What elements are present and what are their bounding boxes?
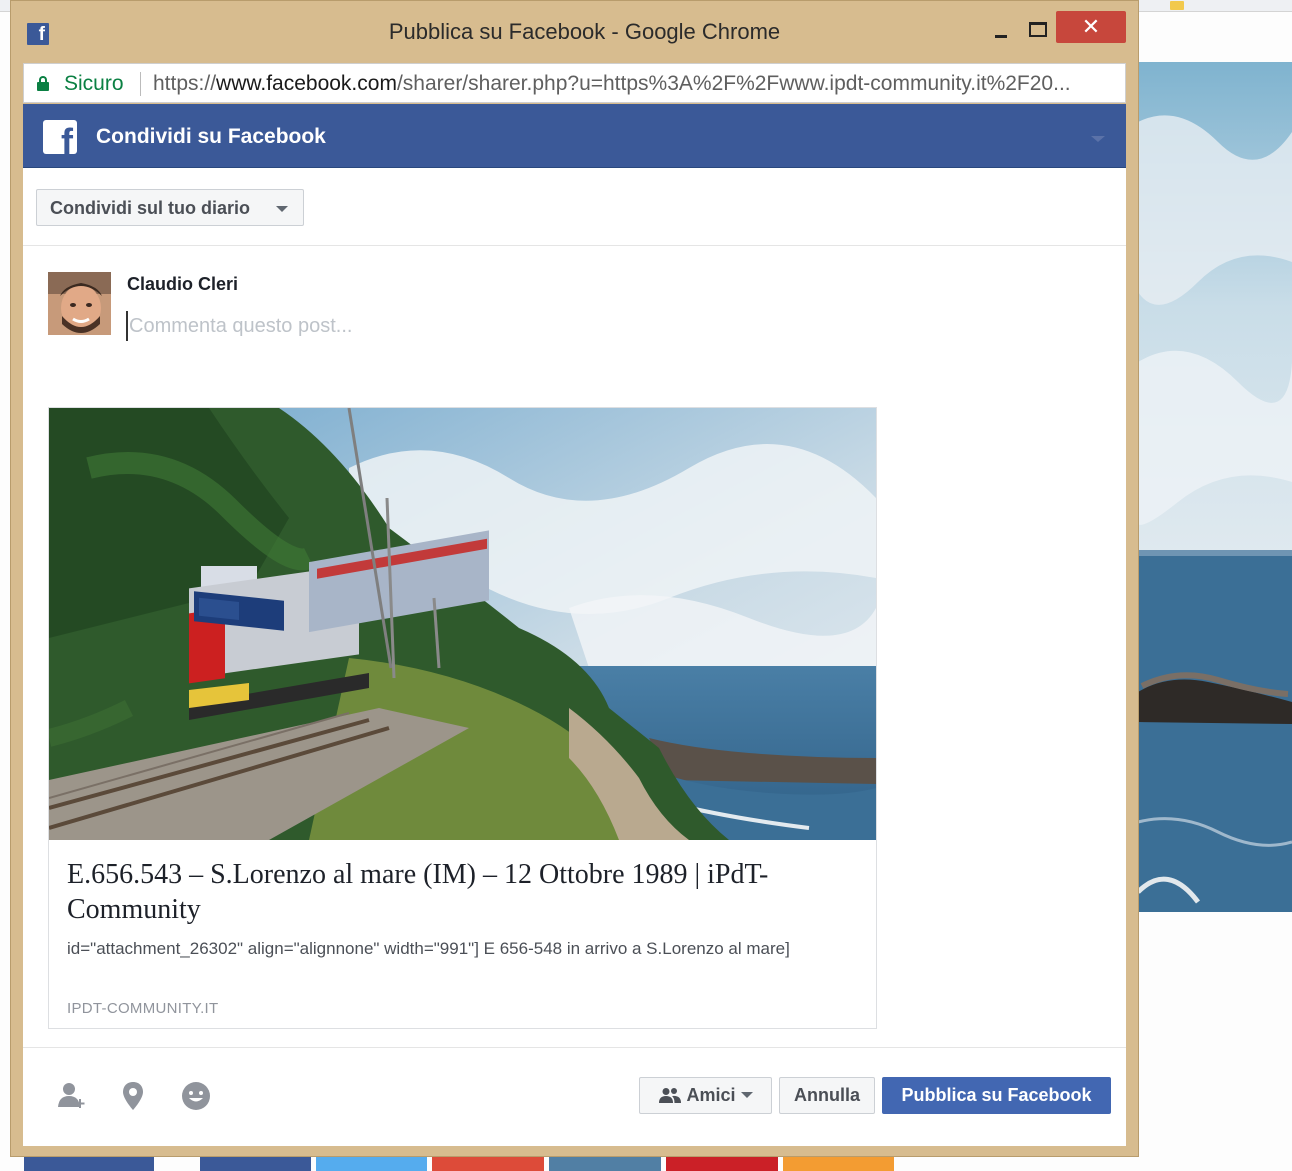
preview-image[interactable] [49, 408, 876, 840]
maximize-button[interactable] [1023, 17, 1051, 37]
lock-icon [37, 76, 49, 91]
preview-description: id="attachment_26302" align="alignnone" … [67, 939, 790, 958]
audience-dropdown-button[interactable]: Amici [639, 1077, 772, 1114]
cancel-button[interactable]: Annulla [779, 1077, 875, 1114]
share-target-dropdown[interactable]: Condividi sul tuo diario [36, 189, 304, 226]
secure-label[interactable]: Sicuro [64, 72, 124, 96]
preview-title[interactable]: E.656.543 – S.Lorenzo al mare (IM) – 12 … [67, 857, 857, 927]
feeling-icon[interactable] [179, 1079, 213, 1113]
window-title: Pubblica su Facebook - Google Chrome [388, 19, 781, 44]
location-pin-icon[interactable] [116, 1079, 150, 1113]
url-path: /sharer/sharer.php?u=https%3A%2F%2Fwww.i… [396, 72, 1071, 95]
avatar[interactable] [48, 272, 111, 335]
share-target-label: Condividi sul tuo diario [50, 198, 250, 218]
dialog-title: Condividi su Facebook [96, 125, 326, 148]
publish-button[interactable]: Pubblica su Facebook [882, 1077, 1111, 1114]
chevron-down-icon [740, 1092, 753, 1098]
window-titlebar[interactable]: f Pubblica su Facebook - Google Chrome ✕ [11, 1, 1138, 61]
background-bookmark [1168, 0, 1292, 12]
address-bar[interactable]: Sicuro https://www.facebook.com/sharer/s… [23, 63, 1126, 103]
comment-input[interactable] [126, 311, 1026, 341]
chrome-popup-window: f Pubblica su Facebook - Google Chrome ✕… [10, 0, 1139, 1157]
link-preview-card[interactable]: E.656.543 – S.Lorenzo al mare (IM) – 12 … [48, 407, 877, 1029]
divider [23, 245, 1126, 246]
audience-label: Amici [686, 1085, 736, 1105]
screen: f Pubblica su Facebook - Google Chrome ✕… [0, 0, 1292, 1171]
background-page-photo [1138, 62, 1292, 912]
header-chevron-down-icon[interactable] [1091, 136, 1105, 142]
minimize-button[interactable] [989, 23, 1015, 43]
preview-domain: IPDT-COMMUNITY.IT [67, 1000, 219, 1017]
facebook-logo-icon: f [43, 120, 77, 154]
friends-icon [659, 1088, 682, 1103]
url-text[interactable]: https://www.facebook.com/sharer/sharer.p… [153, 72, 1118, 96]
url-host: www.facebook.com [216, 72, 397, 95]
chevron-down-icon [276, 206, 288, 212]
share-dialog: f Condividi su Facebook Condividi sul tu… [23, 104, 1126, 1146]
user-name[interactable]: Claudio Cleri [127, 274, 238, 295]
divider [23, 1047, 1126, 1048]
folder-icon [1170, 1, 1184, 10]
tag-people-icon[interactable] [55, 1079, 89, 1113]
dialog-header: f Condividi su Facebook [23, 104, 1126, 168]
url-scheme: https:// [153, 72, 217, 95]
close-button[interactable]: ✕ [1056, 11, 1126, 43]
address-separator [140, 72, 141, 96]
